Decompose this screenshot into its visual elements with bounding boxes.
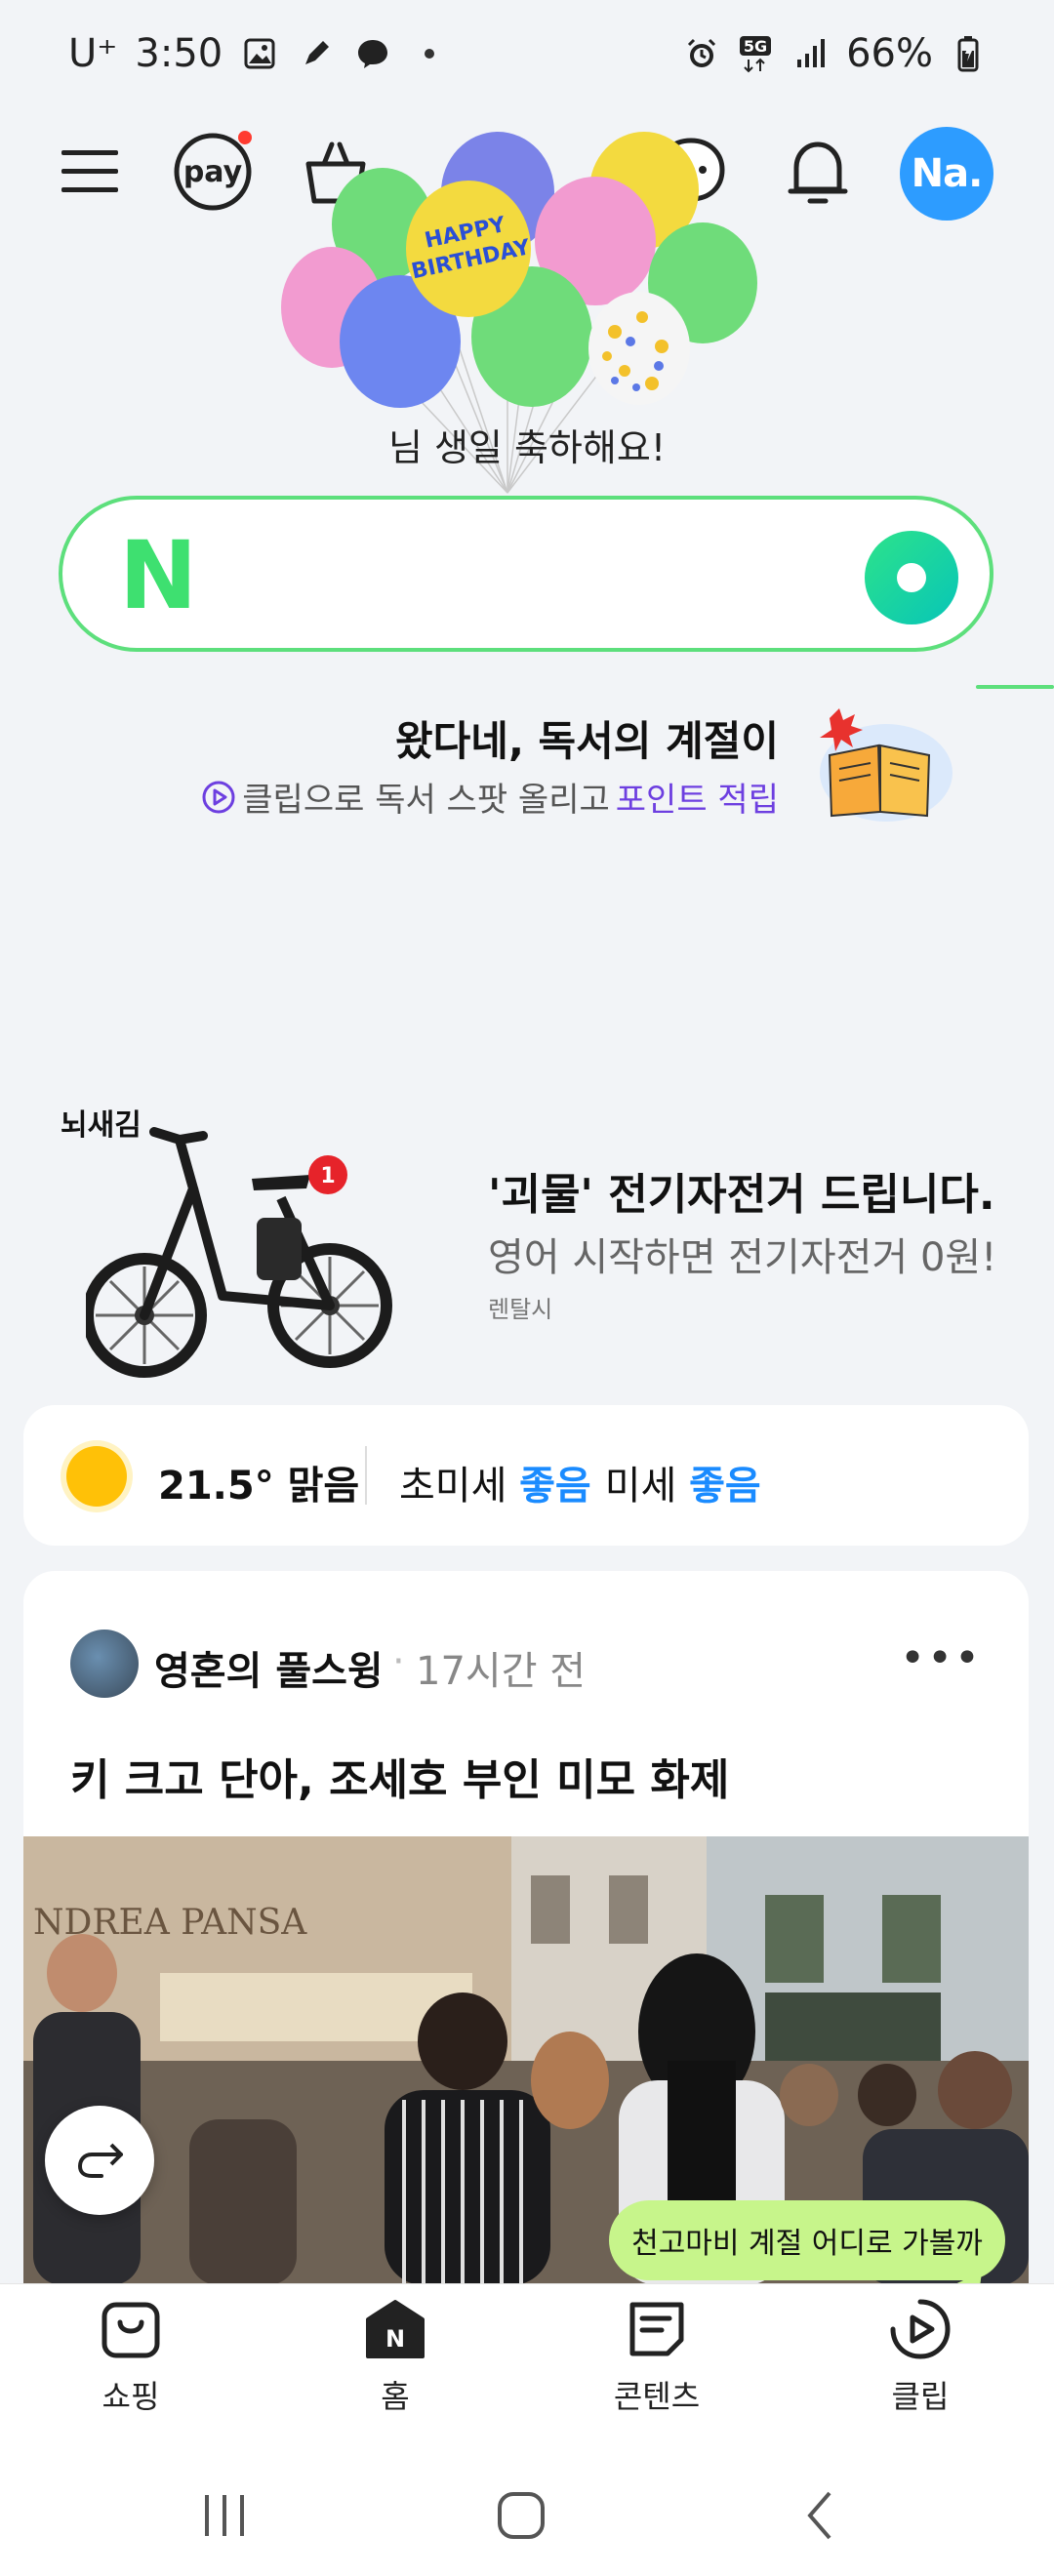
status-bar: U⁺ 3:50 5G 66%	[0, 0, 1054, 117]
menu-icon	[61, 150, 118, 192]
alarm-icon	[682, 34, 721, 73]
weather-card[interactable]: 21.5° 맑음 초미세 좋음 미세 좋음	[23, 1405, 1029, 1546]
carrier-label: U⁺	[68, 31, 118, 76]
clock: 3:50	[135, 31, 223, 76]
status-right: 5G 66%	[682, 31, 988, 76]
messenger-icon	[353, 34, 392, 73]
svg-text:5G: 5G	[744, 37, 767, 56]
electric-bike-image[interactable]: 1	[86, 1110, 398, 1384]
pay-notification-dot	[238, 131, 252, 144]
author-name[interactable]: 영혼의 풀스윙	[154, 1639, 384, 1696]
bell-icon	[788, 141, 848, 204]
nav-label-contents: 콘텐츠	[613, 2378, 701, 2415]
battery-percent: 66%	[846, 31, 933, 76]
promo-sub-text: 클립으로 독서 스팟 올리고	[242, 781, 610, 820]
share-button[interactable]	[45, 2106, 154, 2215]
recent-apps-icon	[205, 2495, 244, 2536]
fine-dust-value: 좋음	[519, 1464, 591, 1509]
bottom-navigation: 쇼핑 N 홈 콘텐츠 클립	[0, 2283, 1054, 2449]
post-headline[interactable]: 키 크고 단아, 조세호 부인 미모 화제	[70, 1745, 729, 1807]
author-avatar[interactable]	[70, 1630, 139, 1698]
promo-sub-highlight: 포인트 적립	[615, 781, 779, 820]
nav-clip[interactable]: 클립	[823, 2284, 1018, 2450]
weather-divider	[365, 1446, 367, 1505]
nav-contents[interactable]: 콘텐츠	[559, 2284, 754, 2450]
pay-label: pay	[182, 154, 243, 189]
pay-button[interactable]: pay	[166, 125, 260, 219]
ad-subtitle[interactable]: 영어 시작하면 전기자전거 0원!	[488, 1226, 996, 1282]
recent-apps-button[interactable]	[185, 2486, 264, 2545]
feed-card[interactable]: 영혼의 풀스윙 · 17시간 전 ••• 키 크고 단아, 조세호 부인 미모 …	[23, 1571, 1029, 2283]
naver-logo: N	[119, 521, 198, 630]
contents-icon	[624, 2296, 690, 2362]
sun-icon	[66, 1446, 127, 1507]
menu-button[interactable]	[43, 125, 137, 219]
share-arrow-icon	[77, 2143, 123, 2178]
post-time: 17시간 전	[416, 1649, 587, 1694]
meta-separator: ·	[392, 1639, 405, 1684]
svg-text:N: N	[385, 2325, 405, 2353]
nav-label-home: 홈	[381, 2378, 410, 2415]
clip-play-icon	[202, 781, 235, 813]
air-quality: 초미세 좋음 미세 좋음	[399, 1454, 761, 1510]
home-square-icon	[498, 2492, 545, 2539]
nav-label-shopping: 쇼핑	[101, 2378, 160, 2415]
book-maple-leaf-illustration	[820, 708, 953, 822]
fine-dust-label: 초미세	[399, 1464, 507, 1509]
promo-subtitle[interactable]: 클립으로 독서 스팟 올리고 포인트 적립	[201, 773, 779, 821]
system-navigation-bar	[0, 2449, 1054, 2576]
more-options-icon[interactable]: •••	[900, 1633, 982, 1683]
dot-icon	[410, 34, 449, 73]
home-button[interactable]	[482, 2486, 560, 2545]
status-left: U⁺ 3:50	[68, 31, 449, 76]
clip-icon	[887, 2296, 953, 2362]
back-chevron-icon	[807, 2491, 831, 2540]
gallery-icon	[240, 34, 279, 73]
nav-shopping[interactable]: 쇼핑	[33, 2284, 228, 2450]
green-lens-icon[interactable]	[865, 531, 958, 624]
promo-title[interactable]: 왔다네, 독서의 계절이	[395, 708, 779, 768]
nav-label-clip: 클립	[891, 2378, 950, 2415]
ad-title[interactable]: '괴물' 전기자전거 드립니다.	[488, 1159, 995, 1222]
nav-home[interactable]: N 홈	[298, 2284, 493, 2450]
home-n-icon: N	[362, 2296, 428, 2362]
bike-badge: 1	[320, 1164, 335, 1188]
network-5g-icon: 5G	[737, 34, 776, 73]
ad-tag: 렌탈시	[488, 1296, 553, 1323]
dust-label: 미세	[604, 1464, 677, 1509]
shopping-icon	[98, 2296, 164, 2362]
birthday-message[interactable]: 님 생일 축하해요!	[0, 418, 1054, 471]
profile-avatar[interactable]: Na.	[900, 127, 993, 221]
battery-icon	[949, 34, 988, 73]
search-bar[interactable]: N	[59, 496, 993, 652]
edit-icon	[297, 34, 336, 73]
notification-button[interactable]	[771, 125, 865, 219]
back-button[interactable]	[781, 2486, 859, 2545]
search-accent-line	[976, 685, 1054, 689]
dust-value: 좋음	[689, 1464, 761, 1509]
weather-temperature: 21.5° 맑음	[158, 1464, 360, 1509]
signal-icon	[791, 34, 831, 73]
clip-tooltip[interactable]: 천고마비 계절 어디로 가볼까	[609, 2200, 1005, 2280]
